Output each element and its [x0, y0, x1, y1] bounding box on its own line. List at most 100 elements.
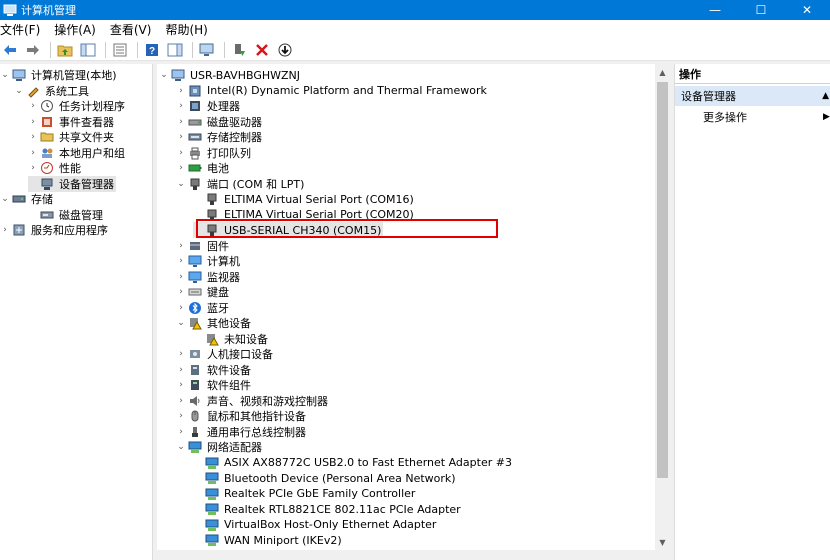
horizontal-scrollbar[interactable]	[157, 550, 655, 560]
device-tree-item-2[interactable]: › 处理器	[176, 98, 242, 114]
menu-help[interactable]: 帮助(H)	[165, 21, 213, 38]
menu-view[interactable]: 查看(V)	[110, 21, 158, 38]
expanded-chevron-icon[interactable]: ⌄	[0, 191, 10, 207]
menu-action[interactable]: 操作(A)	[54, 21, 102, 38]
device-tree-item-15[interactable]: › 蓝牙	[176, 300, 231, 316]
device-tree-item-30[interactable]: WAN Miniport (IKEv2)	[193, 532, 344, 548]
collapsed-chevron-icon[interactable]: ›	[176, 114, 186, 130]
help-button[interactable]: ?	[142, 40, 162, 60]
device-tree-item-8[interactable]: ELTIMA Virtual Serial Port (COM16)	[193, 191, 416, 207]
actions-section-device-manager[interactable]: 设备管理器 ▲	[675, 86, 830, 106]
device-tree-item-18[interactable]: › 人机接口设备	[176, 346, 275, 362]
left-tree-item-8[interactable]: ⌄ 存储	[0, 191, 55, 207]
left-tree-item-10[interactable]: › 服务和应用程序	[0, 222, 110, 238]
vertical-scrollbar[interactable]: ▲ ▼	[655, 64, 670, 550]
device-tree-item-12[interactable]: › 计算机	[176, 253, 242, 269]
left-tree-item-6[interactable]: › 性能	[28, 160, 83, 176]
collapsed-chevron-icon[interactable]: ›	[176, 253, 186, 269]
expanded-chevron-icon[interactable]: ⌄	[0, 67, 10, 83]
collapsed-chevron-icon[interactable]: ›	[0, 222, 10, 238]
maximize-button[interactable]: ☐	[738, 0, 784, 20]
update-driver-button[interactable]	[229, 40, 249, 60]
device-tree-item-3[interactable]: › 磁盘驱动器	[176, 114, 264, 130]
left-tree-item-5[interactable]: › 本地用户和组	[28, 145, 127, 161]
forward-button[interactable]	[23, 40, 43, 60]
device-tree-item-27[interactable]: Realtek PCIe GbE Family Controller	[193, 486, 417, 502]
device-tree-item-17[interactable]: 未知设备	[193, 331, 270, 347]
device-tree-item-25[interactable]: ASIX AX88772C USB2.0 to Fast Ethernet Ad…	[193, 455, 514, 471]
device-tree-item-4[interactable]: › 存储控制器	[176, 129, 264, 145]
show-hide-tree-button[interactable]	[78, 40, 98, 60]
close-button[interactable]: ✕	[784, 0, 830, 20]
device-tree-item-22[interactable]: › 鼠标和其他指针设备	[176, 408, 308, 424]
left-tree-item-9[interactable]: 磁盘管理	[28, 207, 105, 223]
collapsed-chevron-icon[interactable]: ›	[176, 129, 186, 145]
device-tree-item-label: 通用串行总线控制器	[207, 425, 306, 439]
collapsed-chevron-icon[interactable]: ›	[176, 408, 186, 424]
device-tree-item-5[interactable]: › 打印队列	[176, 145, 253, 161]
up-folder-button[interactable]	[55, 40, 75, 60]
device-tree-item-6[interactable]: › 电池	[176, 160, 231, 176]
properties-list-button[interactable]	[110, 40, 130, 60]
collapsed-chevron-icon[interactable]: ›	[176, 346, 186, 362]
collapsed-chevron-icon[interactable]: ›	[176, 284, 186, 300]
device-tree-item-29[interactable]: VirtualBox Host-Only Ethernet Adapter	[193, 517, 438, 533]
collapsed-chevron-icon[interactable]: ›	[176, 377, 186, 393]
left-tree-item-label: 任务计划程序	[59, 100, 125, 113]
collapsed-chevron-icon[interactable]: ›	[176, 238, 186, 254]
collapsed-chevron-icon[interactable]: ›	[28, 98, 38, 114]
collapsed-chevron-icon[interactable]: ›	[28, 129, 38, 145]
device-tree-item-16[interactable]: ⌄ 其他设备	[176, 315, 253, 331]
left-tree-item-1[interactable]: ⌄ 系统工具	[14, 83, 91, 99]
device-tree-item-28[interactable]: Realtek RTL8821CE 802.11ac PCIe Adapter	[193, 501, 463, 517]
left-tree-item-2[interactable]: › 任务计划程序	[28, 98, 127, 114]
scroll-up-icon[interactable]: ▲	[655, 64, 670, 80]
collapse-caret-icon[interactable]: ▲	[822, 91, 829, 101]
device-tree-item-24[interactable]: ⌄ 网络适配器	[176, 439, 264, 455]
back-button[interactable]	[0, 40, 20, 60]
disable-device-button[interactable]	[275, 40, 295, 60]
scroll-thumb[interactable]	[657, 82, 668, 478]
left-tree-item-0[interactable]: ⌄ 计算机管理(本地)	[0, 67, 119, 83]
device-tree-item-11[interactable]: › 固件	[176, 238, 231, 254]
collapsed-chevron-icon[interactable]: ›	[176, 145, 186, 161]
left-tree-item-3[interactable]: › 事件查看器	[28, 114, 116, 130]
collapsed-chevron-icon[interactable]: ›	[176, 269, 186, 285]
device-tree-item-0[interactable]: ⌄ USR-BAVHBGHWZNJ	[159, 67, 302, 83]
uninstall-device-button[interactable]	[252, 40, 272, 60]
scroll-down-icon[interactable]: ▼	[655, 534, 670, 550]
show-action-pane-button[interactable]	[165, 40, 185, 60]
left-tree-item-4[interactable]: › 共享文件夹	[28, 129, 116, 145]
red-x-icon	[256, 43, 268, 56]
collapsed-chevron-icon[interactable]: ›	[28, 114, 38, 130]
collapsed-chevron-icon[interactable]: ›	[176, 393, 186, 409]
device-tree-item-1[interactable]: › Intel(R) Dynamic Platform and Thermal F…	[176, 83, 489, 99]
collapsed-chevron-icon[interactable]: ›	[176, 424, 186, 440]
device-tree-item-20[interactable]: › 软件组件	[176, 377, 253, 393]
scan-hardware-button[interactable]	[197, 40, 217, 60]
left-tree-item-7[interactable]: 设备管理器	[28, 175, 116, 192]
device-tree-item-21[interactable]: › 声音、视频和游戏控制器	[176, 393, 330, 409]
device-tree-item-14[interactable]: › 键盘	[176, 284, 231, 300]
collapsed-chevron-icon[interactable]: ›	[176, 160, 186, 176]
menu-file[interactable]: 文件(F)	[0, 21, 46, 38]
chip-icon	[188, 84, 202, 98]
expanded-chevron-icon[interactable]: ⌄	[176, 176, 186, 192]
device-tree-item-26[interactable]: Bluetooth Device (Personal Area Network)	[193, 470, 458, 486]
expanded-chevron-icon[interactable]: ⌄	[176, 439, 186, 455]
more-actions-item[interactable]: 更多操作 ▶	[703, 108, 830, 126]
device-tree-item-7[interactable]: ⌄ 端口 (COM 和 LPT)	[176, 176, 306, 192]
collapsed-chevron-icon[interactable]: ›	[176, 300, 186, 316]
collapsed-chevron-icon[interactable]: ›	[28, 145, 38, 161]
collapsed-chevron-icon[interactable]: ›	[176, 98, 186, 114]
device-tree-item-19[interactable]: › 软件设备	[176, 362, 253, 378]
device-tree-item-13[interactable]: › 监视器	[176, 269, 242, 285]
expanded-chevron-icon[interactable]: ⌄	[176, 315, 186, 331]
collapsed-chevron-icon[interactable]: ›	[176, 362, 186, 378]
collapsed-chevron-icon[interactable]: ›	[28, 160, 38, 176]
collapsed-chevron-icon[interactable]: ›	[176, 83, 186, 99]
expanded-chevron-icon[interactable]: ⌄	[14, 83, 24, 99]
minimize-button[interactable]: —	[692, 0, 738, 20]
expanded-chevron-icon[interactable]: ⌄	[159, 67, 169, 83]
device-tree-item-23[interactable]: › 通用串行总线控制器	[176, 424, 308, 440]
